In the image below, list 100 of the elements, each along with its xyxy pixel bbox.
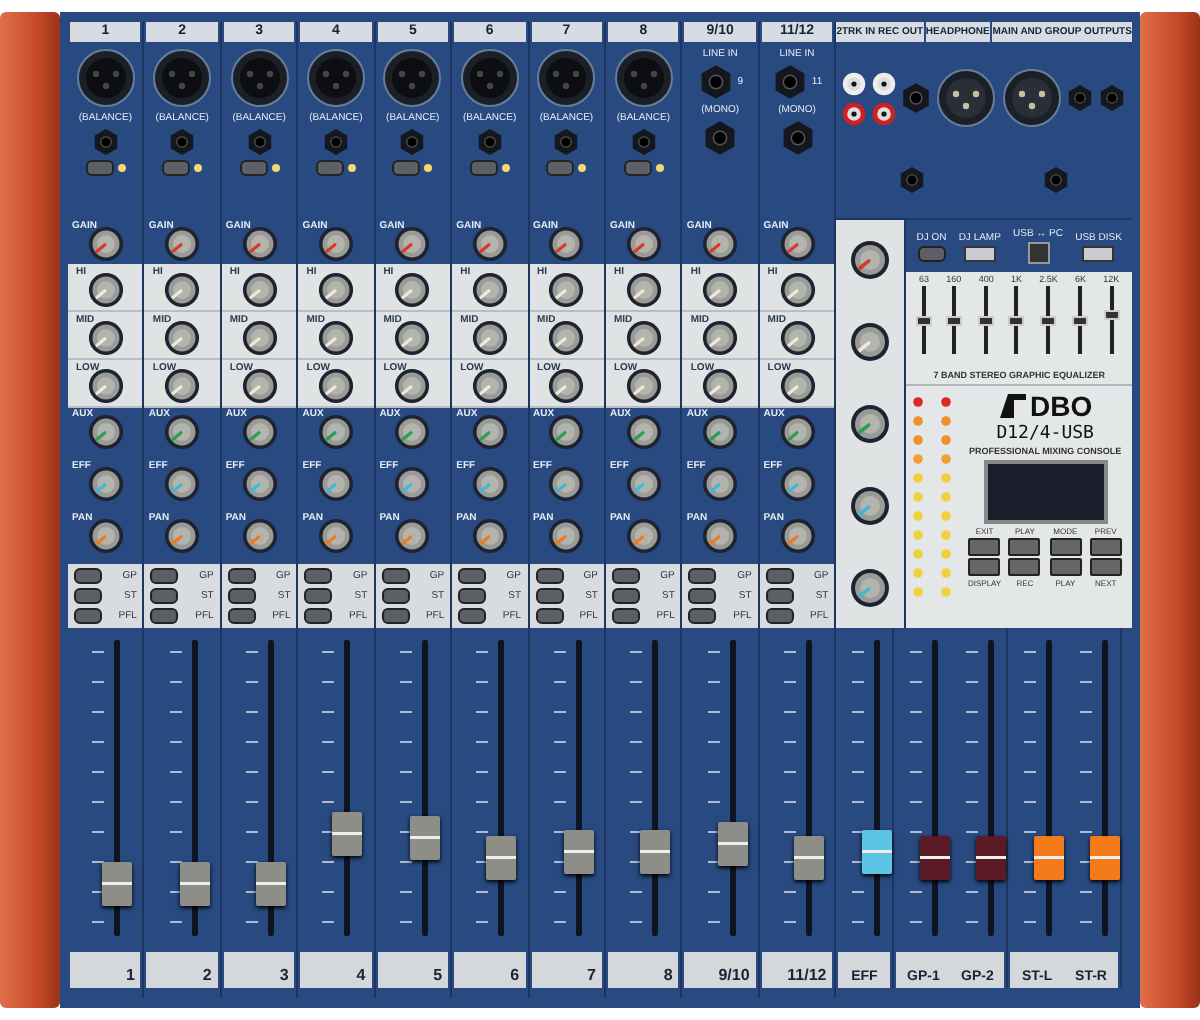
player-button[interactable] (968, 558, 1001, 576)
pad-switch[interactable] (623, 160, 652, 176)
rotary-knob[interactable] (702, 414, 739, 450)
rotary-knob[interactable] (471, 226, 508, 262)
fader-cap[interactable] (486, 836, 517, 881)
rotary-knob[interactable] (471, 272, 508, 308)
rotary-knob[interactable] (850, 240, 891, 281)
fader-cap[interactable] (794, 836, 824, 881)
toggle-switch[interactable] (535, 568, 564, 584)
rotary-knob[interactable] (779, 414, 815, 450)
rotary-knob[interactable] (548, 320, 585, 356)
eq-slider-thumb[interactable] (1008, 315, 1025, 325)
toggle-switch[interactable] (535, 588, 564, 604)
toggle-switch[interactable] (74, 568, 102, 584)
rotary-knob[interactable] (548, 368, 585, 404)
rotary-knob[interactable] (164, 518, 201, 554)
fader-cap[interactable] (563, 829, 594, 873)
rotary-knob[interactable] (702, 466, 739, 502)
toggle-switch[interactable] (304, 568, 333, 584)
rotary-knob[interactable] (317, 466, 354, 502)
rotary-knob[interactable] (317, 518, 354, 554)
rotary-knob[interactable] (625, 226, 662, 262)
rotary-knob[interactable] (779, 272, 815, 308)
rotary-knob[interactable] (471, 320, 508, 356)
rotary-knob[interactable] (702, 272, 739, 308)
rotary-knob[interactable] (87, 272, 124, 308)
rotary-knob[interactable] (625, 518, 662, 554)
rotary-knob[interactable] (471, 414, 508, 450)
rotary-knob[interactable] (625, 466, 662, 502)
usb-port[interactable] (1027, 242, 1049, 264)
rotary-knob[interactable] (548, 272, 585, 308)
rotary-knob[interactable] (241, 320, 278, 356)
toggle-switch[interactable] (381, 568, 410, 584)
rotary-knob[interactable] (850, 322, 891, 363)
rotary-knob[interactable] (241, 226, 278, 262)
rotary-knob[interactable] (779, 518, 815, 554)
fader-cap[interactable] (332, 811, 363, 856)
rotary-knob[interactable] (87, 414, 124, 450)
rotary-knob[interactable] (164, 414, 201, 450)
toggle-switch[interactable] (458, 588, 487, 604)
rotary-knob[interactable] (87, 226, 124, 262)
eq-slider-thumb[interactable] (978, 315, 995, 325)
fader-cap[interactable] (861, 829, 892, 873)
rotary-knob[interactable] (317, 226, 354, 262)
eq-slider-thumb[interactable] (1040, 315, 1057, 325)
pad-switch[interactable] (392, 160, 421, 176)
player-button[interactable] (1008, 538, 1041, 556)
toggle-switch[interactable] (611, 568, 640, 584)
rotary-knob[interactable] (850, 567, 891, 608)
player-button[interactable] (1089, 538, 1122, 556)
rotary-knob[interactable] (625, 368, 662, 404)
toggle-switch[interactable] (150, 588, 179, 604)
rotary-knob[interactable] (471, 466, 508, 502)
rotary-knob[interactable] (87, 368, 124, 404)
pad-switch[interactable] (469, 160, 498, 176)
toggle-switch[interactable] (150, 568, 179, 584)
rotary-knob[interactable] (164, 226, 201, 262)
rotary-knob[interactable] (548, 518, 585, 554)
fader-cap[interactable] (640, 829, 671, 873)
rotary-knob[interactable] (164, 368, 201, 404)
toggle-switch[interactable] (304, 588, 333, 604)
toggle-switch[interactable] (917, 245, 946, 261)
fader-cap[interactable] (409, 816, 440, 861)
toggle-switch[interactable] (765, 568, 794, 584)
player-button[interactable] (1049, 538, 1082, 556)
toggle-switch[interactable] (150, 608, 179, 624)
toggle-switch[interactable] (381, 608, 410, 624)
rotary-knob[interactable] (317, 272, 354, 308)
toggle-switch[interactable] (611, 588, 640, 604)
pad-switch[interactable] (546, 160, 575, 176)
rotary-knob[interactable] (625, 320, 662, 356)
rotary-knob[interactable] (702, 518, 739, 554)
toggle-switch[interactable] (688, 588, 717, 604)
pad-switch[interactable] (162, 160, 191, 176)
rotary-knob[interactable] (317, 320, 354, 356)
toggle-switch[interactable] (458, 568, 487, 584)
eq-slider-thumb[interactable] (945, 315, 962, 325)
rotary-knob[interactable] (850, 485, 891, 526)
fader-cap[interactable] (1033, 836, 1064, 881)
rotary-knob[interactable] (471, 368, 508, 404)
toggle-switch[interactable] (74, 588, 102, 604)
usb-port[interactable] (963, 245, 996, 261)
toggle-switch[interactable] (765, 608, 794, 624)
player-button[interactable] (1008, 558, 1041, 576)
rotary-knob[interactable] (702, 320, 739, 356)
rotary-knob[interactable] (394, 466, 431, 502)
rotary-knob[interactable] (164, 466, 201, 502)
fader-cap[interactable] (717, 821, 748, 866)
rotary-knob[interactable] (241, 518, 278, 554)
rotary-knob[interactable] (87, 518, 124, 554)
toggle-switch[interactable] (304, 608, 333, 624)
rotary-knob[interactable] (548, 466, 585, 502)
fader-cap[interactable] (179, 861, 210, 906)
rotary-knob[interactable] (394, 320, 431, 356)
rotary-knob[interactable] (779, 320, 815, 356)
rotary-knob[interactable] (394, 272, 431, 308)
toggle-switch[interactable] (74, 608, 102, 624)
eq-slider-thumb[interactable] (916, 315, 933, 325)
player-button[interactable] (1049, 558, 1082, 576)
toggle-switch[interactable] (227, 608, 256, 624)
